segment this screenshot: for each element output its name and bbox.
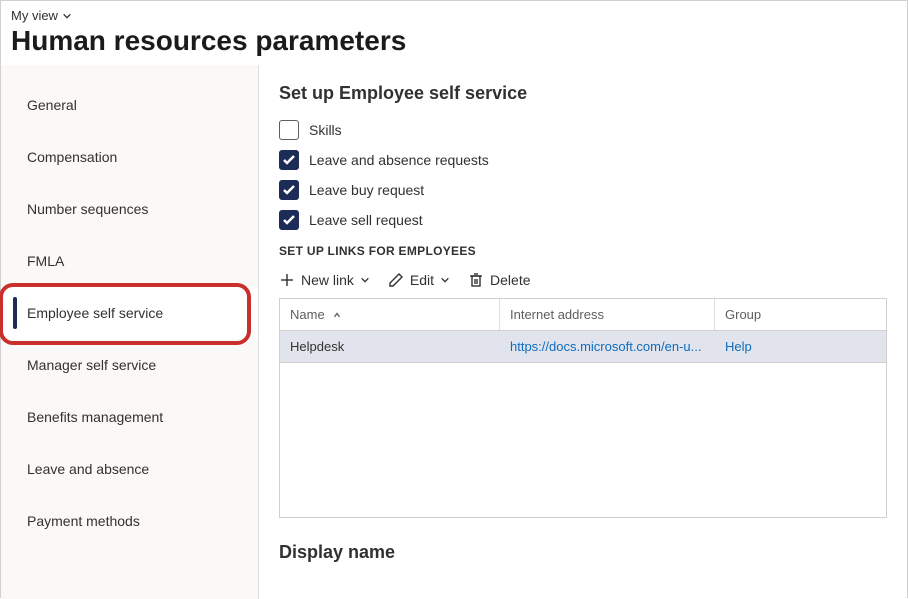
sidebar-item-manager-self-service[interactable]: Manager self service — [1, 339, 258, 391]
checkbox-leave-sell[interactable] — [279, 210, 299, 230]
sidebar-item-leave-and-absence[interactable]: Leave and absence — [1, 443, 258, 495]
sidebar-item-general[interactable]: General — [1, 79, 258, 131]
table-row[interactable]: Helpdesk https://docs.microsoft.com/en-u… — [280, 331, 886, 363]
sidebar-item-label: Benefits management — [27, 409, 163, 425]
table-header: Name Internet address Group — [280, 299, 886, 331]
column-header-address[interactable]: Internet address — [500, 299, 715, 330]
sidebar-item-label: General — [27, 97, 77, 113]
delete-label: Delete — [490, 272, 530, 288]
column-header-name[interactable]: Name — [280, 299, 500, 330]
main-content: Set up Employee self service Skills Leav… — [259, 65, 907, 599]
section-title: Set up Employee self service — [279, 83, 887, 104]
sidebar-item-benefits-management[interactable]: Benefits management — [1, 391, 258, 443]
cell-address[interactable]: https://docs.microsoft.com/en-u... — [500, 331, 715, 362]
checkbox-leave-absence[interactable] — [279, 150, 299, 170]
checkbox-skills-row: Skills — [279, 120, 887, 140]
checkbox-leave-buy-row: Leave buy request — [279, 180, 887, 200]
sidebar-item-label: Manager self service — [27, 357, 156, 373]
cell-name: Helpdesk — [280, 331, 500, 362]
trash-icon — [468, 272, 484, 288]
chevron-down-icon — [62, 11, 72, 21]
plus-icon — [279, 272, 295, 288]
sidebar-item-label: FMLA — [27, 253, 64, 269]
display-name-heading: Display name — [279, 542, 887, 563]
checkbox-skills[interactable] — [279, 120, 299, 140]
links-subheading: SET UP LINKS FOR EMPLOYEES — [279, 244, 887, 258]
links-table: Name Internet address Group Helpdesk htt… — [279, 298, 887, 518]
sidebar-item-label: Compensation — [27, 149, 117, 165]
edit-button[interactable]: Edit — [388, 272, 450, 288]
sidebar-item-compensation[interactable]: Compensation — [1, 131, 258, 183]
page-title: Human resources parameters — [11, 25, 897, 57]
sidebar-item-label: Payment methods — [27, 513, 140, 529]
sidebar-item-label: Employee self service — [27, 305, 163, 321]
checkbox-label: Leave sell request — [309, 212, 423, 228]
pencil-icon — [388, 272, 404, 288]
new-link-button[interactable]: New link — [279, 272, 370, 288]
view-selector[interactable]: My view — [11, 8, 72, 23]
sidebar-item-label: Number sequences — [27, 201, 148, 217]
sort-ascending-icon — [332, 311, 342, 321]
sidebar-item-label: Leave and absence — [27, 461, 149, 477]
column-header-group[interactable]: Group — [715, 299, 886, 330]
delete-button[interactable]: Delete — [468, 272, 530, 288]
checkbox-leave-sell-row: Leave sell request — [279, 210, 887, 230]
checkbox-label: Leave and absence requests — [309, 152, 489, 168]
edit-label: Edit — [410, 272, 434, 288]
sidebar-item-employee-self-service[interactable]: Employee self service — [1, 287, 258, 339]
view-selector-label: My view — [11, 8, 58, 23]
sidebar-item-payment-methods[interactable]: Payment methods — [1, 495, 258, 547]
checkbox-label: Skills — [309, 122, 342, 138]
checkbox-leave-buy[interactable] — [279, 180, 299, 200]
new-link-label: New link — [301, 272, 354, 288]
sidebar: General Compensation Number sequences FM… — [1, 65, 259, 599]
chevron-down-icon — [360, 275, 370, 285]
cell-group[interactable]: Help — [715, 331, 886, 362]
checkbox-label: Leave buy request — [309, 182, 424, 198]
sidebar-item-number-sequences[interactable]: Number sequences — [1, 183, 258, 235]
chevron-down-icon — [440, 275, 450, 285]
sidebar-item-fmla[interactable]: FMLA — [1, 235, 258, 287]
checkbox-leave-absence-row: Leave and absence requests — [279, 150, 887, 170]
links-toolbar: New link Edit Delete — [279, 268, 887, 298]
